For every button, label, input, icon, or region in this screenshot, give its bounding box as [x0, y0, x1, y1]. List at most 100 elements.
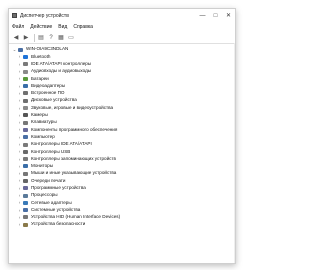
software-component-icon [23, 127, 28, 132]
ide-controller-icon [23, 142, 28, 147]
tree-item-label: Аудиовходы и аудиовыходы [31, 68, 92, 74]
tree-root-label: WIN-OIA9C3NDLAN [26, 46, 69, 52]
display-adapter-icon [23, 84, 28, 89]
tree-item-label: Дисковые устройства [31, 97, 77, 103]
tree-item[interactable]: › Мыши и иные указывающие устройства [9, 170, 235, 177]
monitor-icon[interactable]: ▭ [67, 34, 75, 42]
chevron-right-icon[interactable]: › [17, 178, 22, 183]
tree-item[interactable]: › Устройства безопасности [9, 221, 235, 228]
chevron-right-icon[interactable]: › [17, 69, 22, 74]
tree-item[interactable]: › Камеры [9, 112, 235, 119]
tree-item-label: Компоненты программного обеспечения [31, 126, 118, 132]
tree-item[interactable]: › Видеоадаптеры [9, 82, 235, 89]
menu-action[interactable]: Действие [30, 24, 52, 30]
tree-item[interactable]: › Контроллеры запоминающих устройств [9, 155, 235, 162]
window-title: Диспетчер устройств [20, 12, 69, 19]
chevron-right-icon[interactable]: › [17, 98, 22, 103]
chevron-right-icon[interactable]: › [17, 200, 22, 205]
back-icon[interactable]: ◀ [12, 34, 20, 42]
chevron-right-icon[interactable]: › [17, 91, 22, 96]
menu-view[interactable]: Вид [58, 24, 67, 30]
tree-item[interactable]: › Системные устройства [9, 207, 235, 214]
title-bar[interactable]: Диспетчер устройств — □ ✕ [9, 9, 235, 22]
scrollbar-track[interactable] [234, 43, 235, 263]
tree-item[interactable]: › Звуковые, игровые и видеоустройства [9, 104, 235, 111]
network-adapter-icon [23, 200, 28, 205]
tree-item-label: Звуковые, игровые и видеоустройства [31, 104, 114, 110]
chevron-down-icon[interactable]: ⌄ [12, 47, 17, 53]
tree-item[interactable]: › IDE ATA/ATAPI контроллеры [9, 61, 235, 68]
tree-item-label: IDE ATA/ATAPI контроллеры [31, 60, 92, 66]
firmware-icon [23, 91, 28, 96]
tree-item[interactable]: › Контроллеры USB [9, 148, 235, 155]
tree-items: › Bluetooth › IDE ATA/ATAPI контроллеры › Ауд… [9, 53, 235, 228]
properties-icon[interactable]: ▤ [37, 34, 45, 42]
chevron-right-icon[interactable]: › [17, 120, 22, 125]
forward-icon[interactable]: ▶ [22, 34, 30, 42]
device-manager-app-icon [12, 13, 17, 18]
toolbar-separator [34, 33, 35, 42]
hid-icon [23, 215, 28, 220]
printer-icon [23, 178, 28, 183]
chevron-right-icon[interactable]: › [17, 222, 22, 227]
chevron-right-icon[interactable]: › [17, 135, 22, 140]
usb-icon [23, 149, 28, 154]
scan-hardware-icon[interactable]: ▦ [57, 34, 65, 42]
chevron-right-icon[interactable]: › [17, 215, 22, 220]
tree-item[interactable]: › Процессоры [9, 192, 235, 199]
tree-item[interactable]: › Дисковые устройства [9, 97, 235, 104]
tree-item[interactable]: › Встроенное ПО [9, 90, 235, 97]
software-device-icon [23, 186, 28, 191]
tree-item-label: Процессоры [31, 192, 58, 198]
tree-item[interactable]: › Аудиовходы и аудиовыходы [9, 68, 235, 75]
chevron-right-icon[interactable]: › [17, 76, 22, 81]
chevron-right-icon[interactable]: › [17, 157, 22, 162]
disk-drive-icon [23, 98, 28, 103]
chevron-right-icon[interactable]: › [17, 208, 22, 213]
minimize-button[interactable]: — [196, 9, 209, 22]
ide-controller-icon [23, 62, 28, 67]
help-icon[interactable]: ? [47, 34, 55, 42]
tree-item-label: Bluetooth [31, 53, 51, 59]
tree-item-label: Устройства безопасности [31, 221, 86, 227]
computer-icon [23, 135, 28, 140]
tree-item[interactable]: › Клавиатуры [9, 119, 235, 126]
chevron-right-icon[interactable]: › [17, 164, 22, 169]
tree-item[interactable]: › Контроллеры IDE ATA/ATAPI [9, 141, 235, 148]
menu-file[interactable]: Файл [12, 24, 24, 30]
chevron-right-icon[interactable]: › [17, 113, 22, 118]
security-device-icon [23, 222, 28, 227]
tree-item-label: Системные устройства [31, 206, 81, 212]
tree-item[interactable]: › Компоненты программного обеспечения [9, 126, 235, 133]
chevron-right-icon[interactable]: › [17, 54, 22, 59]
chevron-right-icon[interactable]: › [17, 127, 22, 132]
chevron-right-icon[interactable]: › [17, 106, 22, 111]
tree-item[interactable]: › Сетевые адаптеры [9, 199, 235, 206]
tree-item[interactable]: › Очереди печати [9, 177, 235, 184]
tree-item-label: Мониторы [31, 163, 53, 169]
chevron-right-icon[interactable]: › [17, 62, 22, 67]
tree-item-label: Встроенное ПО [31, 90, 65, 96]
chevron-right-icon[interactable]: › [17, 84, 22, 89]
tree-item-label: Программные устройства [31, 184, 86, 190]
tree-item[interactable]: › Bluetooth [9, 53, 235, 60]
device-manager-window: Диспетчер устройств — □ ✕ Файл Действие … [8, 8, 236, 264]
tree-item[interactable]: › Мониторы [9, 163, 235, 170]
chevron-right-icon[interactable]: › [17, 193, 22, 198]
chevron-right-icon[interactable]: › [17, 142, 22, 147]
tree-root[interactable]: ⌄ WIN-OIA9C3NDLAN [9, 46, 235, 53]
menu-help[interactable]: Справка [73, 24, 93, 30]
tree-item-label: Контроллеры USB [31, 148, 71, 154]
tree-item[interactable]: › Программные устройства [9, 185, 235, 192]
close-button[interactable]: ✕ [222, 9, 235, 22]
tree-item-label: Контроллеры IDE ATA/ATAPI [31, 141, 92, 147]
chevron-right-icon[interactable]: › [17, 171, 22, 176]
chevron-right-icon[interactable]: › [17, 186, 22, 191]
tree-item[interactable]: › Батареи [9, 75, 235, 82]
maximize-button[interactable]: □ [209, 9, 222, 22]
monitor-icon [23, 164, 28, 169]
chevron-right-icon[interactable]: › [17, 149, 22, 154]
tree-item[interactable]: › Компьютер [9, 134, 235, 141]
device-tree: ⌄ WIN-OIA9C3NDLAN › Bluetooth › IDE ATA/ATA… [9, 44, 235, 228]
processor-icon [23, 193, 28, 198]
